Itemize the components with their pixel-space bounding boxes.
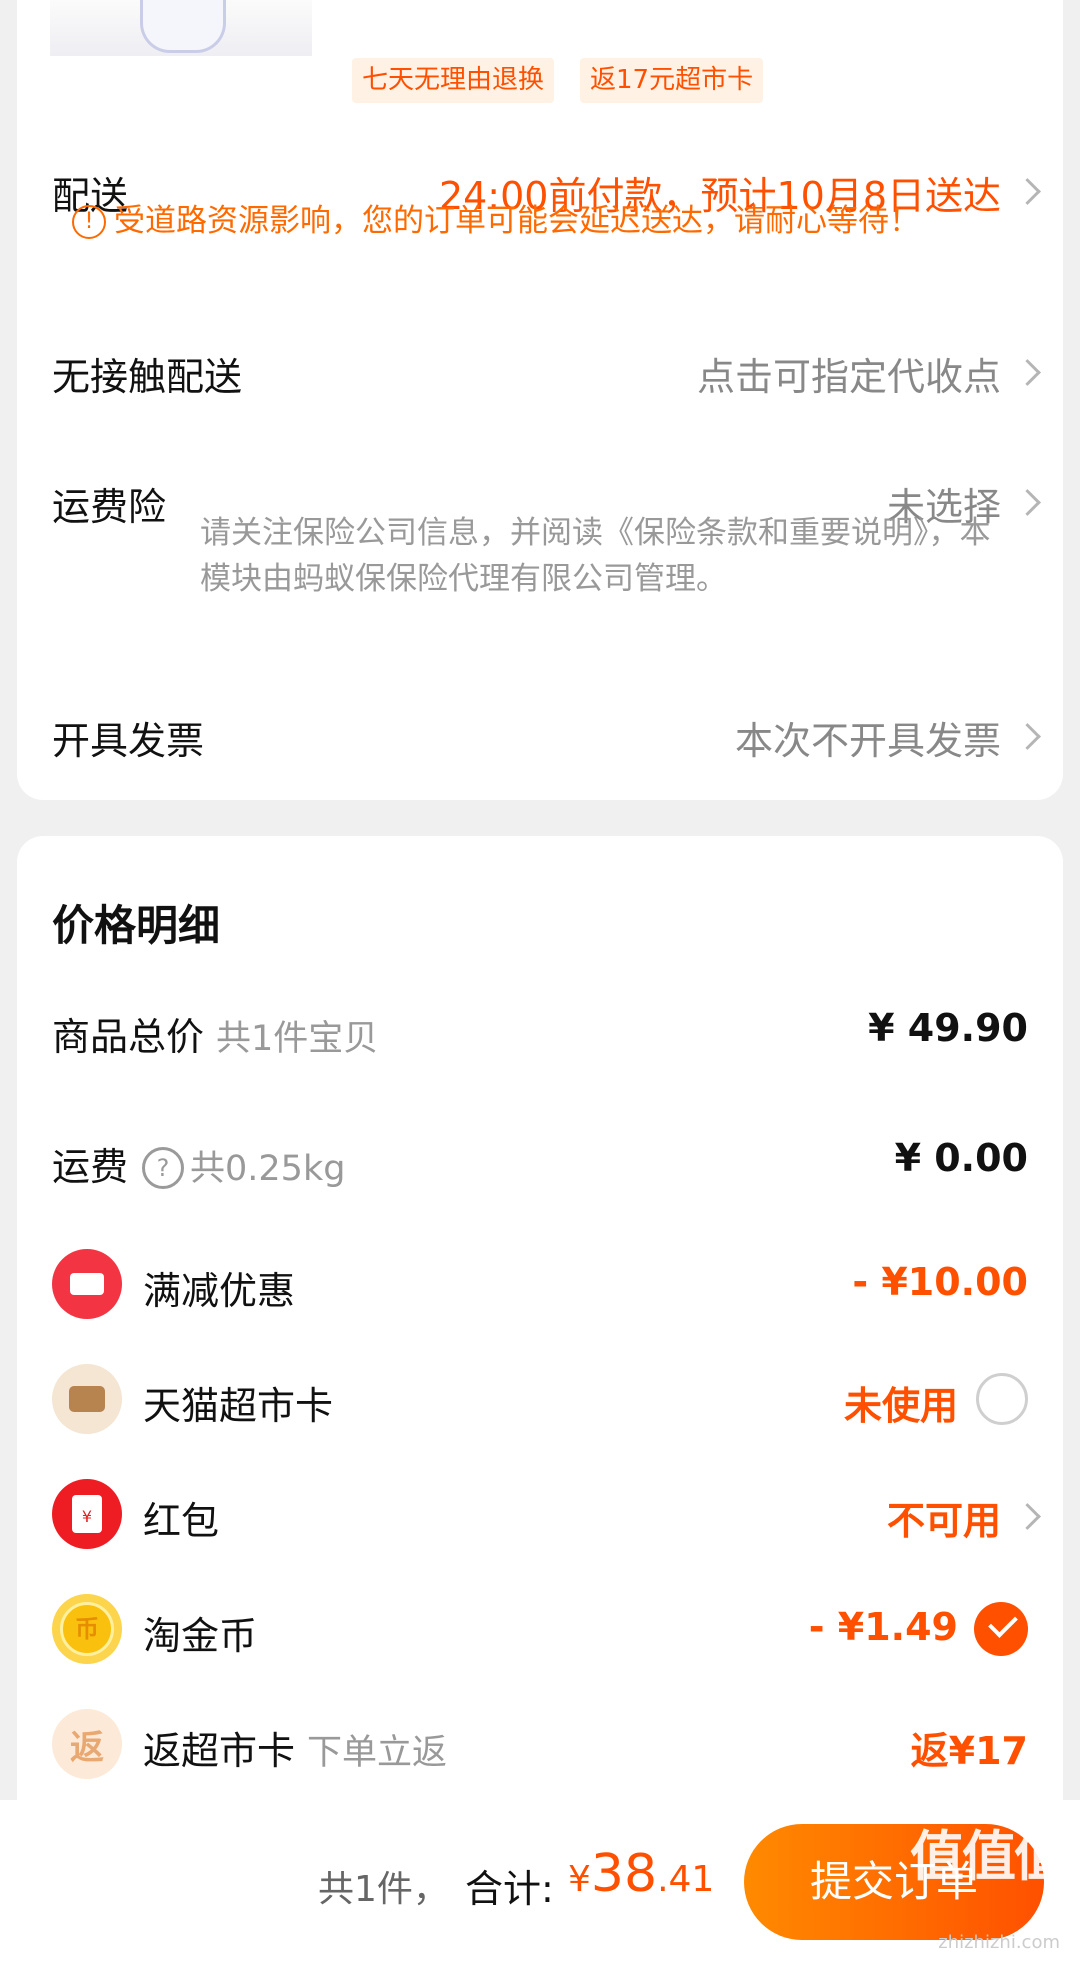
shipping-weight: 共0.25kg bbox=[190, 1149, 346, 1189]
insurance-label: 运费险 bbox=[52, 485, 167, 529]
total-label: 合计: bbox=[465, 1867, 554, 1911]
rebate-card-amount: 返¥17 bbox=[910, 1729, 1028, 1773]
rebate-card-row: 返超市卡 下单立返 bbox=[143, 1720, 447, 1775]
red-packet-status[interactable]: 不可用 bbox=[887, 1490, 1001, 1545]
chevron-right-icon[interactable] bbox=[1014, 489, 1041, 516]
rebate-icon: 返 bbox=[52, 1709, 122, 1779]
watermark-site: zhizhizhi.com bbox=[938, 1932, 1060, 1953]
price-detail-card: 价格明细 商品总价 共1件宝贝 ¥ 49.90 运费? 共0.25kg ¥ 0.00… bbox=[17, 836, 1063, 1836]
full-discount-amount: - ¥10.00 bbox=[852, 1260, 1028, 1304]
card-icon bbox=[52, 1364, 122, 1434]
rebate-card-sub: 下单立返 bbox=[307, 1733, 448, 1773]
contactless-value[interactable]: 点击可指定代收点 bbox=[697, 346, 1001, 401]
invoice-label: 开具发票 bbox=[52, 719, 205, 763]
insurance-note: 请关注保险公司信息，并阅读《保险条款和重要说明》，本模块由蚂蚁保保险代理有限公司… bbox=[200, 515, 991, 597]
chevron-right-icon[interactable] bbox=[1014, 723, 1041, 750]
taojin-coin-amount: - ¥1.49 bbox=[808, 1605, 958, 1649]
check-icon[interactable] bbox=[974, 1602, 1028, 1656]
product-thumbnail[interactable] bbox=[50, 0, 312, 56]
shipping-amount: ¥ 0.00 bbox=[894, 1136, 1028, 1180]
item-count: 共1件， bbox=[318, 1869, 449, 1910]
delay-notice-text: 受道路资源影响，您的订单可能会延迟送达，请耐心等待！ bbox=[114, 203, 920, 239]
order-info-card: 七天无理由退换 返17元超市卡 配送 24:00前付款，预计10月8日送达 ! 受… bbox=[17, 0, 1063, 800]
goods-total-amount: ¥ 49.90 bbox=[868, 1006, 1028, 1050]
invoice-value[interactable]: 本次不开具发票 bbox=[735, 710, 1001, 765]
rebate-card-label: 返超市卡 bbox=[143, 1729, 296, 1773]
shipping-row: 运费? 共0.25kg bbox=[52, 1136, 345, 1191]
help-icon[interactable]: ? bbox=[142, 1147, 185, 1189]
warning-icon: ! bbox=[72, 205, 106, 239]
chevron-right-icon[interactable] bbox=[1014, 178, 1041, 205]
chevron-right-icon[interactable] bbox=[1014, 1503, 1041, 1530]
contactless-label: 无接触配送 bbox=[52, 355, 243, 399]
rebate-tag: 返17元超市卡 bbox=[580, 58, 764, 103]
shipping-label: 运费 bbox=[52, 1145, 129, 1189]
coupon-icon bbox=[52, 1249, 122, 1319]
watermark-logo: 值值值 bbox=[910, 1825, 1068, 1888]
total-integer: 38 bbox=[590, 1844, 658, 1904]
return-tag: 七天无理由退换 bbox=[352, 58, 555, 103]
gold-coin-icon: 币 bbox=[52, 1594, 122, 1664]
chevron-right-icon[interactable] bbox=[1014, 359, 1041, 386]
tmall-card-radio[interactable] bbox=[976, 1373, 1028, 1425]
red-packet-icon: ¥ bbox=[52, 1479, 122, 1549]
price-detail-title: 价格明细 bbox=[52, 901, 221, 950]
full-discount-label: 满减优惠 bbox=[143, 1269, 296, 1313]
goods-count: 共1件宝贝 bbox=[216, 1019, 379, 1059]
red-packet-label: 红包 bbox=[143, 1499, 220, 1543]
taojin-coin-label: 淘金币 bbox=[143, 1614, 258, 1658]
goods-total-row: 商品总价 共1件宝贝 bbox=[52, 1006, 378, 1061]
delay-notice: ! 受道路资源影响，您的订单可能会延迟送达，请耐心等待！ bbox=[72, 195, 920, 240]
goods-total-label: 商品总价 bbox=[52, 1015, 205, 1059]
tmall-card-status: 未使用 bbox=[843, 1384, 958, 1428]
total-decimal: .41 bbox=[657, 1859, 715, 1900]
currency-symbol: ¥ bbox=[568, 1859, 591, 1900]
total-price: ¥38.41 bbox=[568, 1844, 714, 1904]
tmall-card-label: 天猫超市卡 bbox=[143, 1384, 334, 1428]
